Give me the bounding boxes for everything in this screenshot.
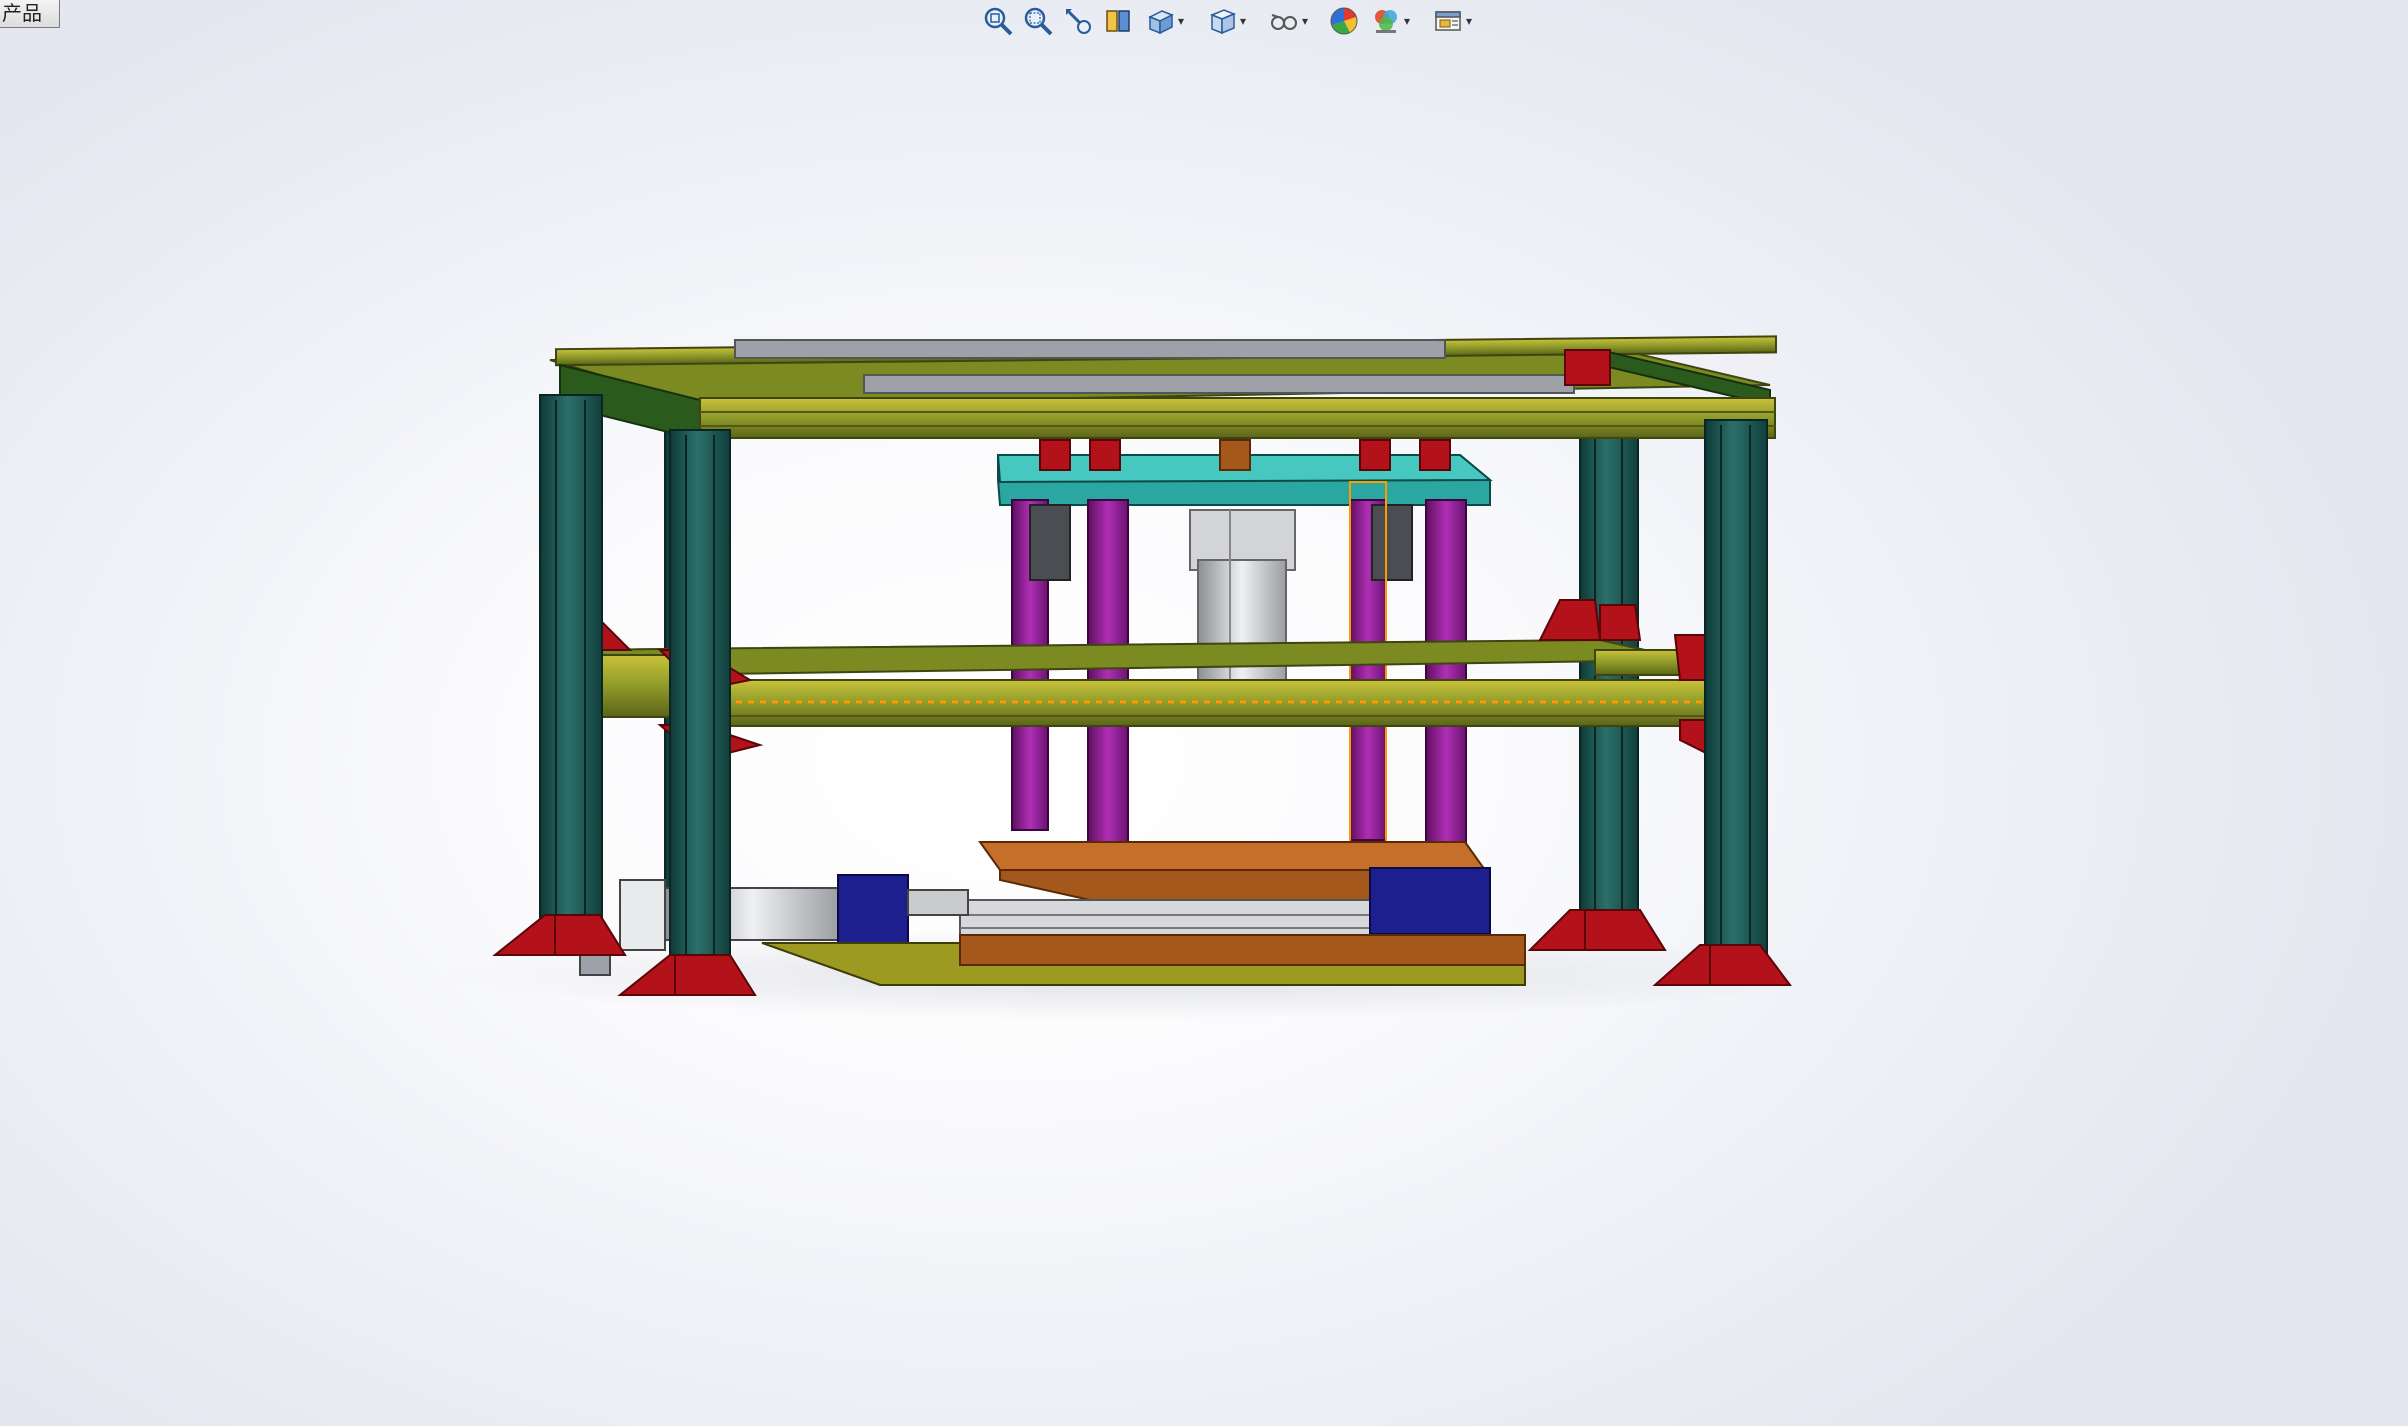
zoom-to-area-icon bbox=[1024, 7, 1053, 36]
edit-appearance-icon bbox=[1330, 7, 1358, 35]
zoom-to-fit-button[interactable] bbox=[978, 2, 1018, 40]
display-style-icon bbox=[1210, 9, 1236, 35]
apply-scene-icon bbox=[1375, 10, 1397, 33]
heads-up-view-toolbar: ▾ ▾ ▾ ▾ ▾ bbox=[978, 2, 1488, 40]
graphics-area[interactable]: 产品 ▾ ▾ ▾ ▾ ▾ bbox=[0, 0, 2408, 1426]
hide-show-items-button[interactable]: ▾ bbox=[1262, 2, 1324, 40]
view-orientation-icon bbox=[1148, 10, 1174, 35]
chevron-down-icon: ▾ bbox=[1240, 14, 1247, 28]
chevron-down-icon: ▾ bbox=[1466, 14, 1473, 28]
zoom-to-fit-icon bbox=[984, 7, 1013, 36]
section-view-icon bbox=[1106, 10, 1130, 32]
display-style-button[interactable]: ▾ bbox=[1200, 2, 1262, 40]
previous-view-icon bbox=[1066, 9, 1091, 34]
edit-appearance-button[interactable] bbox=[1324, 2, 1364, 40]
chevron-down-icon: ▾ bbox=[1302, 14, 1309, 28]
hide-show-items-icon bbox=[1271, 14, 1297, 30]
base-plate[interactable] bbox=[761, 934, 1526, 986]
previous-view-button[interactable] bbox=[1058, 2, 1098, 40]
view-settings-icon bbox=[1435, 11, 1461, 31]
guide-bushing-left[interactable] bbox=[1029, 504, 1071, 581]
view-settings-button[interactable]: ▾ bbox=[1426, 2, 1488, 40]
view-orientation-button[interactable]: ▾ bbox=[1138, 2, 1200, 40]
document-tab[interactable]: 产品 bbox=[0, 0, 60, 28]
assembly-model-view[interactable] bbox=[0, 0, 2408, 1426]
section-view-button[interactable] bbox=[1098, 2, 1138, 40]
chevron-down-icon: ▾ bbox=[1178, 14, 1185, 28]
apply-scene-button[interactable]: ▾ bbox=[1364, 2, 1426, 40]
zoom-to-area-button[interactable] bbox=[1018, 2, 1058, 40]
front-column-right[interactable] bbox=[1704, 419, 1768, 966]
upper-die-plate[interactable] bbox=[996, 439, 1493, 506]
front-column-left-inner[interactable] bbox=[669, 429, 731, 976]
front-column-left[interactable] bbox=[539, 394, 603, 951]
chevron-down-icon: ▾ bbox=[1404, 14, 1411, 28]
top-frame[interactable] bbox=[549, 335, 1777, 442]
guide-bushing-right[interactable] bbox=[1371, 504, 1413, 581]
